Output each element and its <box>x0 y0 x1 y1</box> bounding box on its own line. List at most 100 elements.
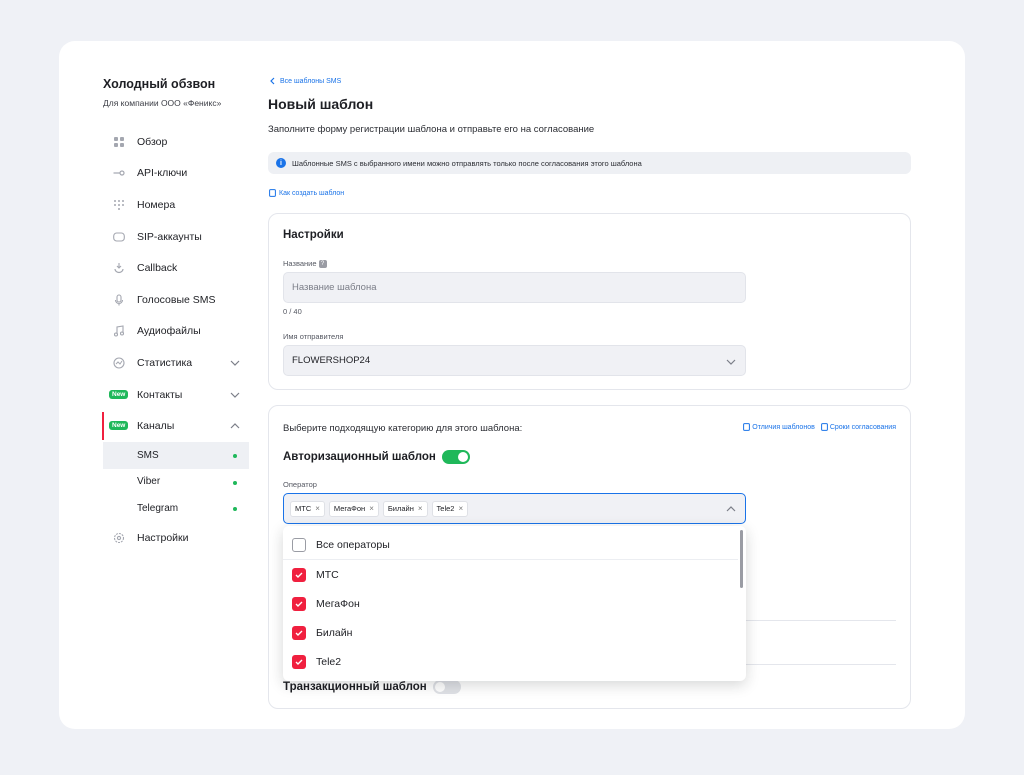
chevron-left-icon <box>270 77 275 85</box>
trans-template-toggle[interactable] <box>432 680 461 694</box>
music-note-icon <box>103 325 135 337</box>
remove-chip-icon[interactable]: × <box>418 504 423 513</box>
remove-chip-icon[interactable]: × <box>458 504 463 513</box>
info-text: Шаблонные SMS с выбранного имени можно о… <box>292 158 642 168</box>
option-operator[interactable]: Билайн <box>283 618 738 647</box>
option-all-operators[interactable]: Все операторы <box>283 531 738 560</box>
checkbox-checked-icon[interactable] <box>292 567 306 582</box>
operator-chip: Tele2 × <box>431 500 469 517</box>
option-operator[interactable]: МегаФон <box>283 589 738 618</box>
sidebar-item-label: Голосовые SMS <box>137 293 216 306</box>
category-links: Отличия шаблонов Сроки согласования <box>743 423 896 431</box>
approval-terms-link[interactable]: Сроки согласования <box>820 423 896 431</box>
chevron-down-icon <box>230 360 240 367</box>
microphone-icon <box>103 294 135 306</box>
sidebar-subitem-telegram[interactable]: Telegram <box>103 495 249 522</box>
document-icon <box>743 423 751 431</box>
auth-template-toggle[interactable] <box>441 450 470 464</box>
operator-chip: МТС × <box>290 500 325 517</box>
operator-chip: Билайн × <box>382 500 428 517</box>
name-label: Название ? <box>283 259 327 268</box>
company-subtitle: Для компании ООО «Феникс» <box>103 98 222 108</box>
trans-template-row: Транзакционный шаблон <box>283 680 461 694</box>
grid-icon <box>103 136 135 148</box>
chevron-up-icon <box>230 423 240 429</box>
sip-icon <box>103 231 135 243</box>
sidebar-subitem-sms[interactable]: SMS <box>103 441 249 469</box>
remove-chip-icon[interactable]: × <box>315 504 320 513</box>
help-icon[interactable]: ? <box>318 259 327 268</box>
info-icon: i <box>276 158 286 168</box>
sidebar-item-label: API-ключи <box>137 167 188 180</box>
gear-icon <box>103 532 135 544</box>
checkbox-checked-icon[interactable] <box>292 596 306 611</box>
info-banner: i Шаблонные SMS с выбранного имени можно… <box>268 152 911 174</box>
sidebar-item-label: Каналы <box>137 420 175 433</box>
sender-label: Имя отправителя <box>283 332 344 341</box>
callback-icon <box>103 262 135 274</box>
sidebar-subitem-label: Telegram <box>137 503 179 515</box>
back-link[interactable]: Все шаблоны SMS <box>269 77 341 85</box>
sidebar-nav: Обзор API-ключи Номера SIP-аккаунты Call… <box>102 126 249 554</box>
sidebar-subitem-viber[interactable]: Viber <box>103 469 249 496</box>
settings-heading: Настройки <box>283 229 344 241</box>
how-to-link[interactable]: Как создать шаблон <box>269 189 344 197</box>
sidebar-item-label: Настройки <box>137 531 189 544</box>
auth-template-row: Авторизационный шаблон <box>283 450 470 464</box>
sidebar-item-statistics[interactable]: Статистика <box>103 347 249 379</box>
operator-chip: МегаФон × <box>328 500 379 517</box>
sidebar-item-audio[interactable]: Аудиофайлы <box>103 316 249 348</box>
project-title: Холодный обзвон <box>103 77 216 91</box>
checkbox-checked-icon[interactable] <box>292 625 306 640</box>
main-card: Холодный обзвон Для компании ООО «Феникс… <box>59 41 965 729</box>
trans-template-title: Транзакционный шаблон <box>283 681 427 693</box>
auth-template-title: Авторизационный шаблон <box>283 451 436 463</box>
chevron-up-icon <box>726 506 736 512</box>
sidebar-item-contacts[interactable]: New Контакты <box>103 379 249 411</box>
sidebar-item-label: Аудиофайлы <box>137 325 201 338</box>
document-icon <box>269 189 276 197</box>
option-operator[interactable]: МТС <box>283 560 738 589</box>
sidebar-subitem-label: Viber <box>137 476 161 488</box>
sidebar-item-label: Контакты <box>137 388 183 401</box>
sidebar-item-channels[interactable]: New Каналы <box>102 410 249 442</box>
status-dot <box>233 453 237 458</box>
name-input[interactable]: Название шаблона <box>283 272 746 303</box>
dropdown-scrollbar[interactable] <box>740 530 743 588</box>
sidebar-item-label: Callback <box>137 262 178 275</box>
sidebar-item-sip[interactable]: SIP-аккаунты <box>103 221 249 253</box>
sidebar-item-api-keys[interactable]: API-ключи <box>103 158 249 190</box>
how-to-label: Как создать шаблон <box>279 189 345 197</box>
new-badge: New <box>109 389 129 399</box>
chevron-down-icon <box>726 359 736 365</box>
dialpad-icon <box>103 199 135 211</box>
sidebar-item-voice-sms[interactable]: Голосовые SMS <box>103 284 249 316</box>
chart-icon <box>103 357 135 369</box>
back-link-label: Все шаблоны SMS <box>280 77 342 85</box>
remove-chip-icon[interactable]: × <box>369 504 374 513</box>
sidebar-item-overview[interactable]: Обзор <box>103 126 249 158</box>
page-description: Заполните форму регистрации шаблона и от… <box>268 124 595 135</box>
template-diff-link[interactable]: Отличия шаблонов <box>743 423 815 431</box>
category-question: Выберите подходящую категорию для этого … <box>283 423 523 434</box>
checkbox-unchecked[interactable] <box>292 538 306 552</box>
name-counter: 0 / 40 <box>283 307 302 316</box>
sidebar-item-label: Статистика <box>137 356 193 369</box>
sidebar-subitem-label: SMS <box>137 449 159 461</box>
sender-select[interactable]: FLOWERSHOP24 <box>283 345 746 376</box>
sidebar-item-settings[interactable]: Настройки <box>103 522 249 554</box>
new-badge: New <box>109 421 129 431</box>
status-dot <box>233 480 237 485</box>
checkbox-checked-icon[interactable] <box>292 654 306 669</box>
operator-dropdown: Все операторы МТС МегаФон Билайн Tele2 <box>283 526 746 681</box>
operator-multiselect[interactable]: МТС × МегаФон × Билайн × Tele2 × <box>283 493 746 524</box>
sender-value: FLOWERSHOP24 <box>292 355 371 366</box>
status-dot <box>233 507 237 512</box>
page-title: Новый шаблон <box>268 96 374 112</box>
sidebar-item-label: SIP-аккаунты <box>137 230 202 243</box>
sidebar-item-numbers[interactable]: Номера <box>103 189 249 221</box>
sidebar-item-callback[interactable]: Callback <box>103 252 249 284</box>
operator-label: Оператор <box>283 480 317 489</box>
option-operator[interactable]: Tele2 <box>283 647 738 676</box>
sidebar-item-label: Номера <box>137 198 176 211</box>
